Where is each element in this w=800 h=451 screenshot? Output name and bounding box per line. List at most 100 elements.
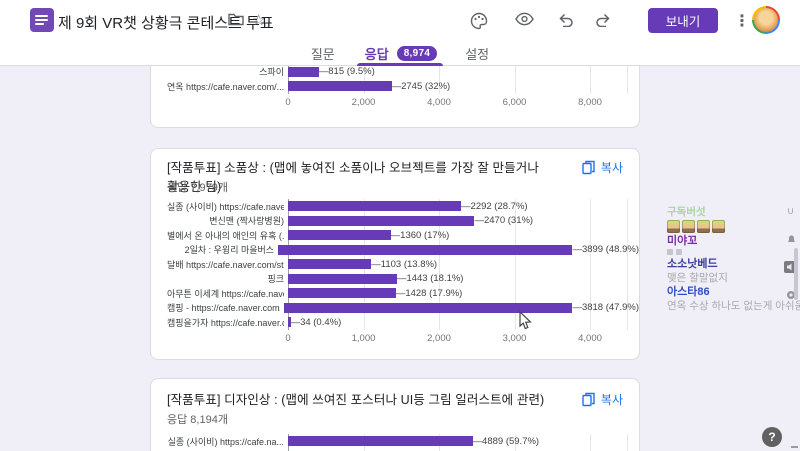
copy-label: 복사 xyxy=(600,161,623,175)
axis-tick: 2,000 xyxy=(351,96,376,108)
chat-emote-icon xyxy=(697,220,710,233)
question-card-props-award: [작품투표] 소품상 : (맵에 놓여진 소품이나 오브젝트를 가장 잘 만들거… xyxy=(150,148,640,360)
chat-tiny-emotes xyxy=(667,249,797,255)
preview-eye-icon[interactable] xyxy=(515,12,534,31)
copy-icon xyxy=(582,160,595,175)
responses-count: 응답 8,194개 xyxy=(167,414,228,426)
theme-palette-icon[interactable] xyxy=(470,12,488,35)
bar xyxy=(288,230,391,241)
axis-tick: 6,000 xyxy=(502,96,527,108)
bar-value: —1103 (13.8%) xyxy=(371,258,438,270)
chat-emotes xyxy=(667,220,797,233)
bar-label: 아무튼 이세계 https://cafe.nave... xyxy=(167,288,284,299)
user-avatar[interactable] xyxy=(752,6,780,34)
bar-row: 달배 https://cafe.naver.com/ste... —1103 (1… xyxy=(151,257,639,272)
resize-dash xyxy=(791,446,798,448)
axis-tick: 8,000 xyxy=(578,96,602,108)
star-icon[interactable]: ☆ xyxy=(252,11,265,29)
bar-label: 별에서 온 아내의 애인의 유혹 (... xyxy=(167,230,284,241)
axis-tick: 4,000 xyxy=(578,332,602,344)
forms-icon[interactable] xyxy=(30,8,54,32)
responses-count-badge: 8,974 xyxy=(396,45,438,61)
bar-row: 스파이 —815 (9.5%) xyxy=(151,66,639,79)
bar xyxy=(288,215,475,226)
bar-label: 달배 https://cafe.naver.com/ste... xyxy=(167,259,284,270)
undo-icon[interactable] xyxy=(557,12,574,32)
kebab-menu-icon[interactable]: ⋮ xyxy=(734,11,750,31)
bar-row: 실종 (사이비) https://cafe.na... —4889 (59.7%) xyxy=(151,434,639,449)
scrollbar-thumb[interactable] xyxy=(794,248,798,300)
u-shape-icon: ∪ xyxy=(787,206,795,217)
bar xyxy=(288,436,473,447)
bar-chart: 실종 (사이비) https://cafe.na... —4889 (59.7%) xyxy=(151,434,639,451)
bar xyxy=(288,259,372,270)
chat-overlay: 구독버섯 미야꼬 소소낫베드 맺은 할말없지 아스타86 연옥 수상 하나도 없는게 아쉬… xyxy=(667,206,800,314)
bar-row: 아무튼 이세계 https://cafe.nave... —1428 (17.9%… xyxy=(151,286,639,301)
bar xyxy=(288,66,319,77)
bar-row: 변신맨 (짝사랑병원) —2470 (31%) xyxy=(151,214,639,229)
tiny-emote-icon xyxy=(676,249,682,255)
question-card-design-award: [작품투표] 디자인상 : (맵에 쓰여진 포스터나 UI등 그림 일러스트에 … xyxy=(150,378,640,451)
bar xyxy=(278,244,573,255)
bar-row: 실종 (사이비) https://cafe.naver... —2292 (28.… xyxy=(151,199,639,214)
bar-label: 실종 (사이비) https://cafe.na... xyxy=(167,436,284,447)
bar xyxy=(288,81,392,92)
bar-label: 2일차 : 우윙리 마을버스 xyxy=(184,245,275,256)
axis-tick: 2,000 xyxy=(427,332,451,344)
copy-label: 복사 xyxy=(600,393,623,407)
redo-icon[interactable] xyxy=(595,12,612,32)
bar-label: 캠핑을가자 https://cafe.naver.c... xyxy=(167,317,284,328)
bar-chart: 실종 (사이비) https://cafe.naver... —2292 (28.… xyxy=(151,199,639,347)
bar-value: —2470 (31%) xyxy=(474,215,534,227)
bar xyxy=(288,288,396,299)
tiny-emote-icon xyxy=(667,249,673,255)
bar-label: 실종 (사이비) https://cafe.naver... xyxy=(167,201,284,212)
chat-username: 소소낫베드 xyxy=(667,258,718,270)
send-button[interactable]: 보내기 xyxy=(648,8,718,33)
bar-value: —2745 (32%) xyxy=(391,80,451,92)
bar-value: —3818 (47.9%) xyxy=(572,302,639,314)
bar-row: 연옥 https://cafe.naver.com/... —2745 (32%) xyxy=(151,79,639,94)
axis-tick: 4,000 xyxy=(427,96,451,108)
bar-value: —815 (9.5%) xyxy=(318,66,375,78)
copy-button[interactable]: 복사 xyxy=(582,391,623,408)
question-title: [작품투표] 디자인상 : (맵에 쓰여진 포스터나 UI등 그림 일러스트에 … xyxy=(167,393,545,407)
bar xyxy=(288,273,397,284)
bar-label: 스파이 xyxy=(259,67,284,78)
chat-emote-icon xyxy=(667,220,680,233)
header-bar: 제 9회 VR챗 상황극 콘테스트 투표 ☆ 보내기 ⋮ 질문 응답 8,974 xyxy=(0,0,800,66)
bar-value: —3899 (48.9%) xyxy=(572,244,639,256)
chat-emote-icon xyxy=(682,220,695,233)
bar-label: 변신맨 (짝사랑병원) xyxy=(209,216,284,227)
copy-icon xyxy=(582,392,595,407)
bar-value: —1360 (17%) xyxy=(390,229,450,241)
bar-chart: 스파이 —815 (9.5%) 연옥 https://cafe.naver.com/… xyxy=(151,66,639,111)
help-button[interactable]: ? xyxy=(762,427,782,447)
question-card-clipped: 스파이 —815 (9.5%) 연옥 https://cafe.naver.com/… xyxy=(150,66,640,128)
bar-row: 캠핑을가자 https://cafe.naver.c... —34 (0.4%) xyxy=(151,315,639,330)
x-axis: 0 2,000 4,000 6,000 8,000 xyxy=(151,97,639,111)
bar-value: —34 (0.4%) xyxy=(290,316,342,328)
tab-settings[interactable]: 설정 xyxy=(463,44,491,63)
tab-questions[interactable]: 질문 xyxy=(309,44,337,63)
avatar-image xyxy=(754,8,778,32)
axis-tick: 1,000 xyxy=(351,332,376,344)
bar-value: —4889 (59.7%) xyxy=(472,435,540,447)
bar-value: —1443 (18.1%) xyxy=(396,273,464,285)
tab-responses[interactable]: 응답 8,974 xyxy=(356,40,444,66)
bar-value: —1428 (17.9%) xyxy=(395,287,463,299)
chat-username: 아스타86 xyxy=(667,286,710,298)
folder-icon[interactable] xyxy=(228,12,244,31)
chat-emote-icon xyxy=(712,220,725,233)
x-axis: 0 1,000 2,000 3,000 4,000 xyxy=(151,333,639,347)
bar-row: 핑크 —1443 (18.1%) xyxy=(151,272,639,287)
chat-subscriber-title: 구독버섯 xyxy=(667,206,706,218)
chat-username: 미야꼬 xyxy=(667,235,698,247)
copy-button[interactable]: 복사 xyxy=(582,159,623,176)
chat-message: 연옥 수상 하나도 없는게 아쉬움 xyxy=(667,300,800,312)
axis-tick: 0 xyxy=(285,332,291,344)
app-window: 제 9회 VR챗 상황극 콘테스트 투표 ☆ 보내기 ⋮ 질문 응답 8,974 xyxy=(0,0,800,451)
mouse-cursor xyxy=(519,310,532,335)
bar-label: 연옥 https://cafe.naver.com/... xyxy=(167,81,284,92)
bar-row: 2일차 : 우윙리 마을버스 —3899 (48.9%) xyxy=(151,243,639,258)
